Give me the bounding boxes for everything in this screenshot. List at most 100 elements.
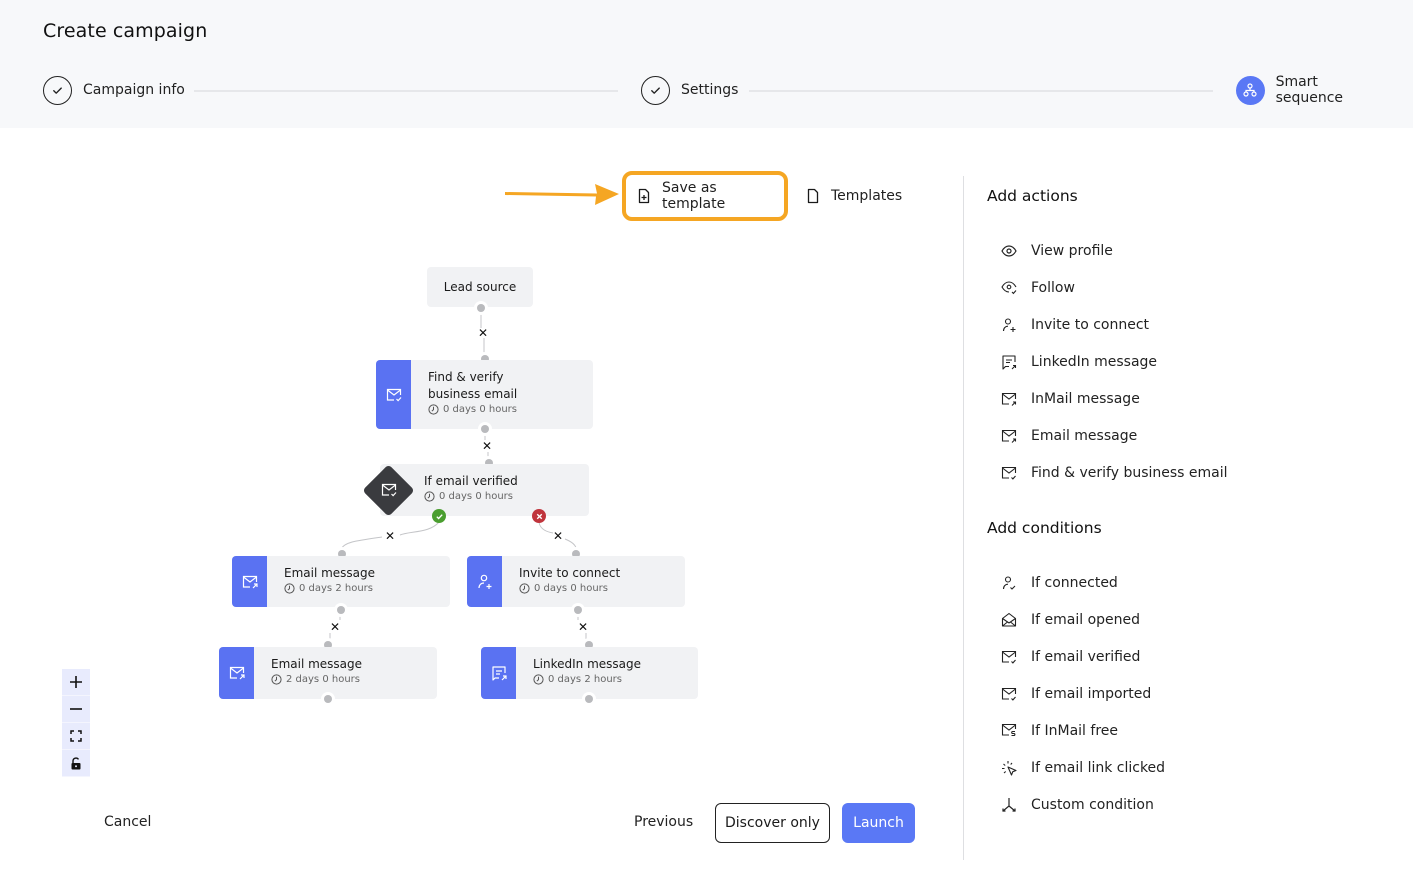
condition-if-email-opened[interactable]: If email opened — [987, 601, 1165, 638]
connector-dot[interactable] — [574, 606, 582, 614]
node-delay-text: 2 days 0 hours — [286, 674, 360, 685]
condition-label: If email opened — [1031, 611, 1141, 628]
action-inmail-message[interactable]: InMail message — [987, 380, 1228, 417]
email-message-node[interactable]: Email message 0 days 2 hours — [232, 556, 450, 607]
condition-if-connected[interactable]: If connected — [987, 564, 1165, 601]
user-plus-icon — [467, 556, 502, 607]
mail-send-icon — [1001, 428, 1017, 444]
step-settings[interactable]: Settings — [641, 75, 738, 105]
action-view-profile[interactable]: View profile — [987, 232, 1228, 269]
panel-divider — [963, 176, 964, 860]
linkedin-message-node[interactable]: LinkedIn message 0 days 2 hours — [481, 647, 698, 699]
mail-check-icon — [1001, 686, 1017, 702]
find-verify-node[interactable]: Find & verify business email 0 days 0 ho… — [376, 360, 593, 429]
condition-custom[interactable]: Custom condition — [987, 786, 1165, 823]
edge — [564, 538, 577, 549]
mail-check-icon — [380, 482, 398, 502]
clock-icon — [271, 674, 282, 685]
clock-icon — [424, 491, 435, 502]
node-delay: 0 days 2 hours — [533, 674, 641, 685]
launch-button[interactable]: Launch — [842, 803, 915, 843]
action-find-verify-email[interactable]: Find & verify business email — [987, 454, 1228, 491]
email-message-node[interactable]: Email message 2 days 0 hours — [219, 647, 437, 699]
mail-check-icon — [376, 360, 411, 429]
step-smart-sequence[interactable]: Smart sequence — [1236, 74, 1388, 106]
connector-dot[interactable] — [337, 606, 345, 614]
delete-edge-icon[interactable]: ✕ — [385, 530, 395, 542]
unlock-icon — [71, 756, 81, 769]
connector-dot[interactable] — [585, 695, 593, 703]
node-title: Invite to connect — [519, 566, 621, 580]
flow-canvas[interactable]: Save as template Templates Lead source ✕ — [0, 128, 963, 890]
condition-if-email-verified[interactable]: If email verified — [987, 638, 1165, 675]
mail-send-icon — [232, 556, 267, 607]
conditions-list: If connected If email opened If email ve… — [987, 564, 1165, 823]
zoom-out-button[interactable] — [62, 696, 90, 723]
zoom-in-button[interactable] — [62, 669, 90, 696]
connector-dot[interactable] — [324, 695, 332, 703]
fit-view-icon — [70, 730, 82, 742]
add-conditions-heading: Add conditions — [987, 519, 1102, 537]
action-label: LinkedIn message — [1031, 353, 1158, 370]
cancel-button[interactable]: Cancel — [104, 814, 151, 830]
condition-label: If email imported — [1031, 685, 1152, 702]
edge — [538, 521, 554, 534]
action-email-message[interactable]: Email message — [987, 417, 1228, 454]
action-label: InMail message — [1031, 390, 1140, 407]
lock-button[interactable] — [62, 750, 90, 777]
action-label: Invite to connect — [1031, 316, 1150, 333]
node-title: Email message — [271, 657, 363, 671]
split-icon — [1001, 797, 1017, 813]
minus-icon — [70, 708, 82, 710]
step-label: Settings — [681, 82, 739, 98]
node-delay-text: 0 days 2 hours — [299, 583, 373, 594]
connector-dot[interactable] — [477, 304, 485, 312]
action-linkedin-message[interactable]: LinkedIn message — [987, 343, 1228, 380]
condition-label: Custom condition — [1031, 796, 1154, 813]
step-connector — [194, 90, 618, 92]
chat-send-icon — [1001, 354, 1017, 370]
yes-branch-icon[interactable] — [432, 509, 446, 523]
condition-label: If email link clicked — [1031, 759, 1166, 776]
clock-icon — [533, 674, 544, 685]
step-connector — [749, 90, 1213, 92]
condition-label: If email verified — [1031, 648, 1141, 665]
check-icon — [641, 75, 670, 105]
node-title: business email — [428, 387, 518, 401]
mail-send-icon — [219, 647, 254, 699]
edge — [341, 536, 383, 549]
invite-to-connect-node[interactable]: Invite to connect 0 days 0 hours — [467, 556, 685, 607]
action-invite-to-connect[interactable]: Invite to connect — [987, 306, 1228, 343]
discover-only-button[interactable]: Discover only — [715, 803, 830, 843]
delete-edge-icon[interactable]: ✕ — [482, 440, 492, 452]
user-plus-icon — [1001, 317, 1017, 333]
user-check-icon — [1001, 575, 1017, 591]
delete-edge-icon[interactable]: ✕ — [330, 621, 340, 633]
node-delay-text: 0 days 0 hours — [439, 491, 513, 502]
page-header: Create campaign Campaign info Settings S… — [0, 0, 1413, 128]
page-title: Create campaign — [43, 20, 208, 42]
cursor-click-icon — [1001, 760, 1017, 776]
delete-edge-icon[interactable]: ✕ — [578, 621, 588, 633]
fit-view-button[interactable] — [62, 723, 90, 750]
no-branch-icon[interactable] — [532, 509, 546, 523]
condition-if-inmail-free[interactable]: If InMail free — [987, 712, 1165, 749]
plus-icon — [70, 676, 82, 688]
connector-dot[interactable] — [481, 425, 489, 433]
previous-button[interactable]: Previous — [634, 814, 693, 830]
condition-if-email-link-clicked[interactable]: If email link clicked — [987, 749, 1165, 786]
node-delay-text: 0 days 0 hours — [534, 583, 608, 594]
action-label: Follow — [1031, 279, 1075, 296]
action-follow[interactable]: Follow — [987, 269, 1228, 306]
delete-edge-icon[interactable]: ✕ — [553, 530, 563, 542]
lead-source-label: Lead source — [443, 280, 517, 294]
check-icon — [43, 75, 72, 105]
step-label: Campaign info — [83, 82, 185, 98]
eye-icon — [1001, 243, 1017, 259]
mail-check-icon — [1001, 649, 1017, 665]
delete-edge-icon[interactable]: ✕ — [478, 327, 488, 339]
condition-label: If connected — [1031, 574, 1118, 591]
condition-if-email-imported[interactable]: If email imported — [987, 675, 1165, 712]
lead-source-node[interactable]: Lead source — [427, 267, 533, 307]
step-campaign-info[interactable]: Campaign info — [43, 75, 185, 105]
